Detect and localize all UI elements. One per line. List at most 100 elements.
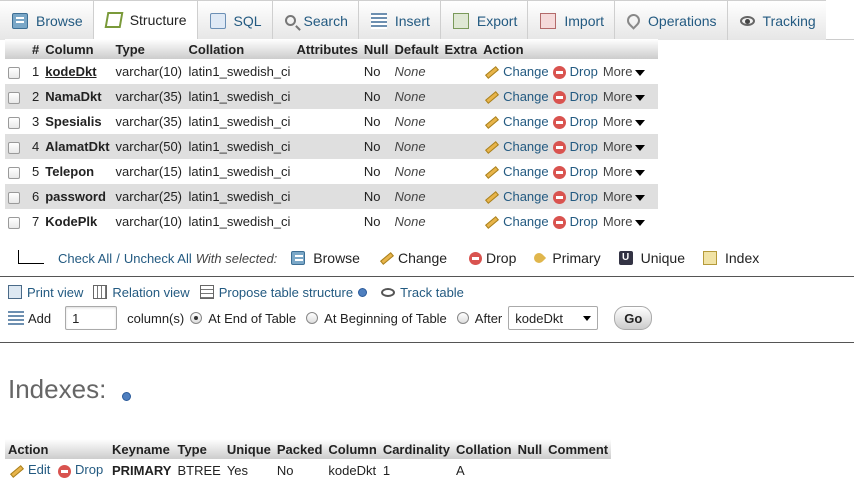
- row-checkbox[interactable]: [8, 141, 20, 154]
- row-checkbox[interactable]: [8, 66, 20, 79]
- change-button[interactable]: Change: [483, 114, 549, 129]
- more-label: More: [602, 88, 633, 104]
- add-count-input[interactable]: [65, 306, 118, 330]
- drop-button[interactable]: Drop: [549, 189, 598, 205]
- drop-button[interactable]: Drop: [549, 64, 598, 80]
- print-view-link[interactable]: Print view: [8, 285, 83, 300]
- row-checkbox-cell: [5, 109, 29, 134]
- bulk-change-button[interactable]: Change: [378, 250, 447, 266]
- bulk-unique-button[interactable]: U Unique: [618, 250, 685, 266]
- table-row: 3 Spesialis varchar(35) latin1_swedish_ci No…: [5, 109, 659, 134]
- tab-label: Operations: [648, 12, 717, 29]
- change-button[interactable]: Change: [483, 214, 549, 229]
- cell-default: None: [391, 134, 442, 159]
- drop-icon: [58, 464, 72, 478]
- check-all-link[interactable]: Check All: [58, 251, 112, 266]
- more-dropdown[interactable]: More: [603, 89, 646, 104]
- change-button[interactable]: Change: [483, 64, 549, 79]
- header-num: #: [29, 39, 43, 59]
- row-checkbox[interactable]: [8, 116, 20, 129]
- indexes-table: Action Keyname Type Unique Packed Column…: [5, 439, 612, 481]
- bulk-browse-button[interactable]: Browse: [291, 250, 360, 266]
- table-row: Edit Drop PRIMARY BTREE Yes No kodeDkt 1…: [5, 459, 612, 481]
- drop-icon: [552, 66, 566, 80]
- bulk-drop-button[interactable]: Drop: [465, 250, 516, 266]
- go-button[interactable]: Go: [614, 306, 653, 330]
- radio-at-beginning[interactable]: [306, 312, 319, 324]
- drop-button[interactable]: Drop: [549, 214, 598, 230]
- tab-operations[interactable]: Operations: [615, 0, 728, 40]
- help-icon[interactable]: [358, 287, 368, 297]
- more-dropdown[interactable]: More: [603, 164, 646, 179]
- cell-type: varchar(15): [112, 159, 186, 184]
- bulk-primary-button[interactable]: Primary: [532, 250, 601, 266]
- cell-collation: latin1_swedish_ci: [185, 209, 294, 234]
- propose-structure-link[interactable]: Propose table structure: [199, 285, 353, 300]
- tab-import[interactable]: Import: [528, 0, 616, 40]
- header-checkbox-col: [5, 39, 29, 59]
- drop-index-button[interactable]: Drop: [54, 462, 103, 478]
- cell-column-name: Spesialis: [42, 109, 113, 134]
- tab-sql[interactable]: SQL: [197, 0, 273, 40]
- tab-tracking[interactable]: Tracking: [727, 0, 826, 40]
- edit-index-button[interactable]: Edit: [8, 462, 50, 477]
- track-table-link[interactable]: Track table: [381, 285, 464, 300]
- cell-collation: latin1_swedish_ci: [185, 159, 294, 184]
- radio-at-end[interactable]: [190, 312, 203, 324]
- tab-export[interactable]: Export: [440, 0, 529, 40]
- drop-button[interactable]: Drop: [549, 114, 598, 130]
- arrow-up-icon: [14, 250, 44, 266]
- more-label: More: [602, 63, 633, 79]
- row-checkbox[interactable]: [8, 166, 20, 179]
- insert-icon: [8, 311, 24, 325]
- export-icon: [452, 12, 469, 29]
- drop-button[interactable]: Drop: [549, 164, 598, 180]
- cell-column-name: password: [42, 184, 113, 209]
- tab-insert[interactable]: Insert: [358, 0, 441, 40]
- radio-after[interactable]: [456, 312, 469, 324]
- help-icon[interactable]: [122, 392, 131, 401]
- after-column-select[interactable]: kodeDkt: [508, 306, 599, 330]
- tracking-icon: [739, 15, 755, 26]
- header-column[interactable]: Column: [42, 39, 113, 59]
- row-checkbox[interactable]: [8, 91, 20, 104]
- header-action: Action: [480, 39, 659, 59]
- chevron-down-icon: [635, 219, 646, 226]
- uncheck-all-link[interactable]: Uncheck All: [124, 251, 192, 266]
- more-dropdown[interactable]: More: [603, 64, 646, 79]
- unique-icon: U: [618, 251, 633, 265]
- table-row: 1 kodeDkt varchar(10) latin1_swedish_ci No No…: [5, 59, 659, 84]
- structure-table: # Column Type Collation Attributes Null …: [5, 39, 659, 234]
- cell-actions: Change Drop More: [480, 184, 659, 209]
- drop-button[interactable]: Drop: [549, 139, 598, 155]
- change-button[interactable]: Change: [483, 164, 549, 179]
- row-checkbox[interactable]: [8, 216, 20, 229]
- more-dropdown[interactable]: More: [603, 214, 646, 229]
- tab-label: Export: [476, 12, 518, 29]
- idx-column: kodeDkt: [325, 459, 380, 481]
- more-dropdown[interactable]: More: [603, 139, 646, 154]
- table-row: 6 password varchar(25) latin1_swedish_ci No N…: [5, 184, 659, 209]
- cell-default: None: [391, 184, 442, 209]
- more-label: More: [602, 213, 633, 229]
- cell-num: 5: [29, 159, 43, 184]
- change-button[interactable]: Change: [483, 189, 549, 204]
- cell-extra: [441, 209, 481, 234]
- drop-button[interactable]: Drop: [549, 89, 598, 105]
- relation-view-link[interactable]: Relation view: [93, 285, 190, 300]
- row-checkbox[interactable]: [8, 191, 20, 204]
- more-dropdown[interactable]: More: [603, 114, 646, 129]
- more-dropdown[interactable]: More: [603, 189, 646, 204]
- tab-browse[interactable]: Browse: [0, 0, 94, 40]
- bulk-index-button[interactable]: Index: [702, 250, 759, 266]
- pencil-icon: [485, 216, 500, 229]
- change-button[interactable]: Change: [483, 89, 549, 104]
- idx-header-packed: Packed: [273, 439, 326, 459]
- cell-column-name[interactable]: kodeDkt: [42, 59, 113, 84]
- idx-header-null: Null: [514, 439, 546, 459]
- tab-label: Browse: [36, 12, 83, 29]
- change-button[interactable]: Change: [483, 139, 549, 154]
- tab-search[interactable]: Search: [272, 0, 359, 40]
- tab-structure[interactable]: Structure: [93, 0, 198, 40]
- drop-icon: [552, 166, 566, 180]
